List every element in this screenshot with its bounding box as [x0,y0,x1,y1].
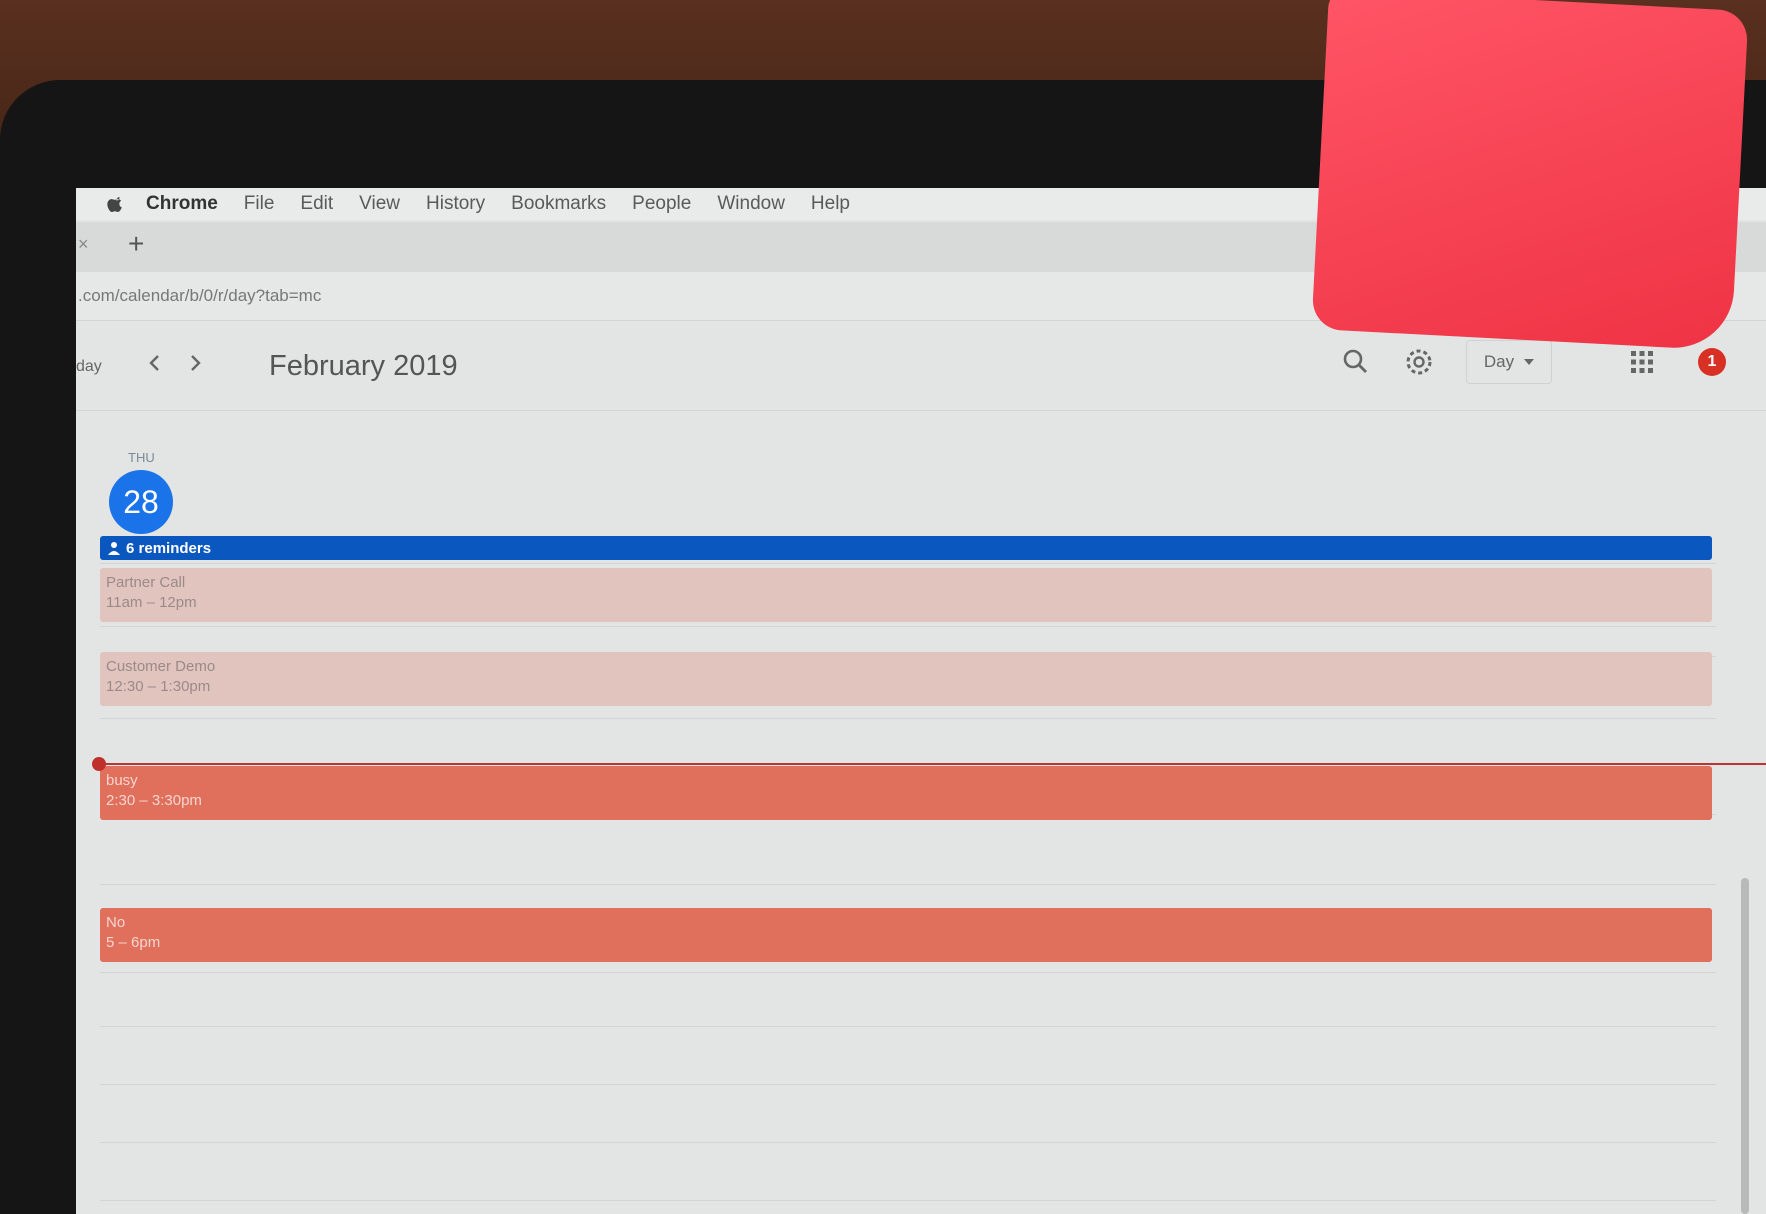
hour-line [100,626,1716,627]
reminders-label: 6 reminders [126,539,212,557]
hour-line [100,1084,1716,1085]
hour-line [100,563,1716,564]
apple-icon[interactable] [106,194,126,214]
scrollbar[interactable] [1741,878,1749,1214]
hour-line [100,884,1716,885]
chevron-left-icon[interactable] [140,348,170,378]
event-time: 11am – 12pm [106,594,197,611]
menu-history[interactable]: History [426,193,485,215]
menu-help[interactable]: Help [811,193,850,215]
person-icon [108,542,120,555]
month-title: February 2019 [269,350,458,382]
menu-window[interactable]: Window [717,193,785,215]
hour-line [100,1026,1716,1027]
event-customer-demo[interactable]: Customer Demo 12:30 – 1:30pm [100,652,1712,706]
url-text[interactable]: .com/calendar/b/0/r/day?tab=mc [78,286,321,306]
current-time-dot [92,757,106,771]
event-partner-call[interactable]: Partner Call 11am – 12pm [100,568,1712,622]
event-time: 5 – 6pm [106,934,161,951]
view-selector[interactable]: Day [1466,340,1552,384]
foreground-object [1311,0,1749,351]
menu-file[interactable]: File [244,193,275,215]
event-title: Customer Demo [106,658,216,675]
menu-people[interactable]: People [632,193,691,215]
event-time: 2:30 – 3:30pm [106,792,202,809]
notifications-badge[interactable]: 1 [1698,348,1726,376]
event-no[interactable]: No 5 – 6pm [100,908,1712,962]
event-time: 12:30 – 1:30pm [106,678,211,695]
view-label: Day [1483,352,1515,371]
chevron-right-icon[interactable] [180,348,210,378]
event-title: busy [106,772,138,789]
menu-edit[interactable]: Edit [300,193,333,215]
event-title: Partner Call [106,574,186,591]
tab-close-icon[interactable]: × [78,234,89,255]
day-name: THU [128,450,155,465]
screen: Chrome File Edit View History Bookmarks … [76,188,1766,1214]
current-time-line [100,763,1766,765]
day-number[interactable]: 28 [109,470,173,534]
caret-down-icon [1524,359,1535,365]
hour-line [100,1142,1716,1143]
menu-view[interactable]: View [359,193,400,215]
search-icon[interactable] [1338,344,1374,380]
hour-line [100,972,1716,973]
hour-line [100,1200,1716,1201]
menu-bookmarks[interactable]: Bookmarks [511,193,606,215]
event-busy[interactable]: busy 2:30 – 3:30pm [100,766,1712,820]
event-title: No [106,914,126,931]
today-button[interactable]: day [76,358,102,376]
hour-line [100,718,1716,719]
reminders-bar[interactable]: 6 reminders [100,536,1712,560]
new-tab-button[interactable]: + [128,228,144,260]
apps-grid-icon[interactable] [1624,344,1660,380]
menu-chrome[interactable]: Chrome [146,193,218,215]
gear-icon[interactable] [1401,344,1437,380]
